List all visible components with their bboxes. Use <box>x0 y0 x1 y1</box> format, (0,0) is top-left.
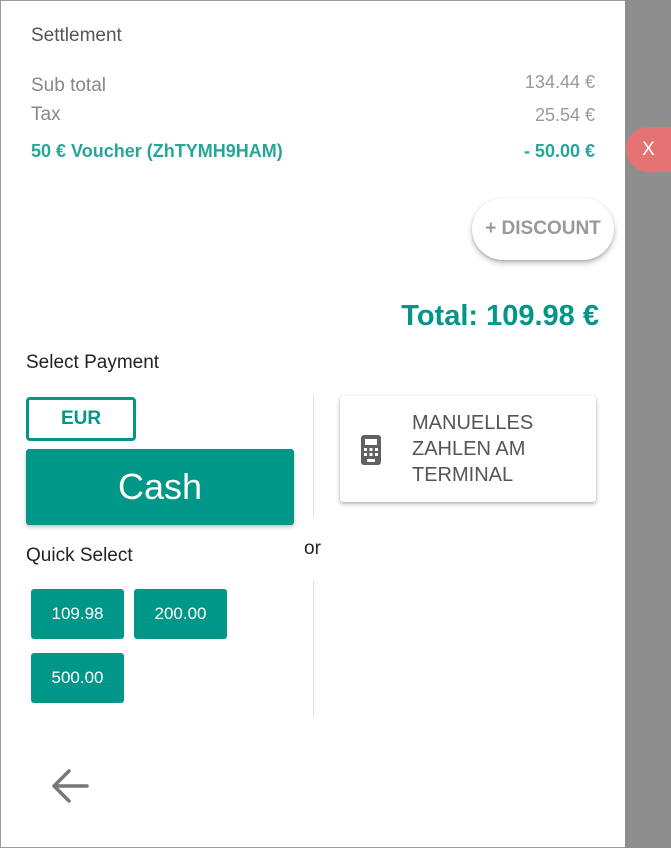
currency-button[interactable]: EUR <box>26 397 136 441</box>
quick-amount-button[interactable]: 109.98 <box>31 589 124 639</box>
tax-value: 25.54 € <box>534 105 595 125</box>
discount-button[interactable]: + DISCOUNT <box>472 198 614 260</box>
quick-amount-button[interactable]: 200.00 <box>134 589 227 639</box>
settlement-title: Settlement <box>31 25 122 46</box>
back-button[interactable] <box>47 763 93 809</box>
total-amount: Total: 109.98 € <box>401 300 599 332</box>
or-label: or <box>304 538 321 559</box>
terminal-button-label: MANUELLES ZAHLEN AM TERMINAL <box>412 412 534 486</box>
close-button[interactable]: X <box>626 127 671 172</box>
subtotal-value: 134.44 € <box>524 72 595 92</box>
divider-bottom <box>313 581 314 716</box>
subtotal-label: Sub total <box>31 75 106 96</box>
voucher-value: - 50.00 € <box>523 141 595 161</box>
terminal-payment-button[interactable]: MANUELLES ZAHLEN AM TERMINAL <box>340 396 596 502</box>
select-payment-label: Select Payment <box>26 352 160 373</box>
quick-amount-button[interactable]: 500.00 <box>31 653 124 703</box>
arrow-left-icon <box>52 769 89 803</box>
settlement-panel: Settlement Sub total 134.44 € Tax 25.54 … <box>0 0 625 848</box>
tax-label: Tax <box>31 104 61 125</box>
cash-button[interactable]: Cash <box>26 449 294 525</box>
divider-top <box>313 395 314 517</box>
card-terminal-icon <box>361 435 381 465</box>
voucher-label: 50 € Voucher (ZhTYMH9HAM) <box>31 141 283 161</box>
quick-select-label: Quick Select <box>26 545 133 566</box>
